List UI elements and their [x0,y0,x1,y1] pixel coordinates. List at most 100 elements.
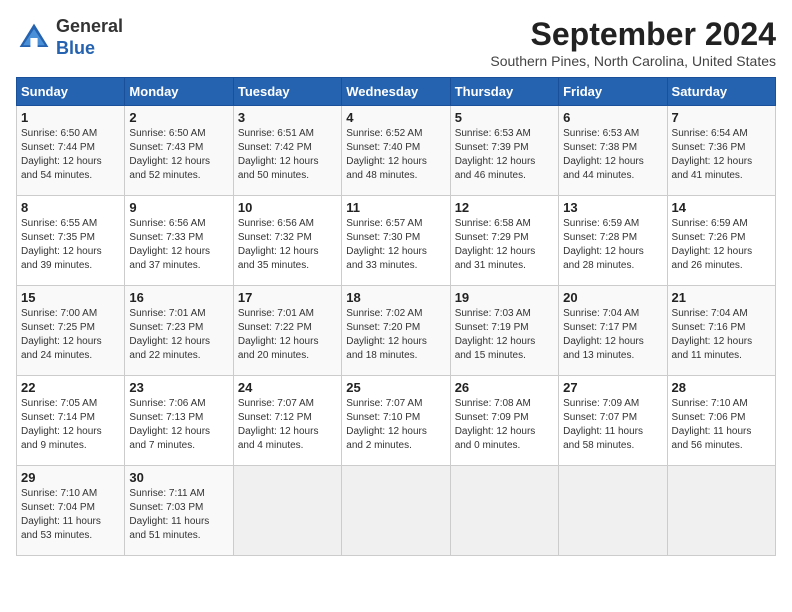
day-info: Sunrise: 6:55 AMSunset: 7:35 PMDaylight:… [21,217,120,273]
calendar-cell [450,466,558,556]
day-info: Sunrise: 7:00 AMSunset: 7:25 PMDaylight:… [21,307,120,363]
title-area: September 2024 Southern Pines, North Car… [490,16,776,69]
day-number: 8 [21,200,120,215]
weekday-header-monday: Monday [125,78,233,106]
calendar-cell: 14 Sunrise: 6:59 AMSunset: 7:26 PMDayligh… [667,196,775,286]
day-info: Sunrise: 6:56 AMSunset: 7:33 PMDaylight:… [129,217,228,273]
calendar-cell: 19 Sunrise: 7:03 AMSunset: 7:19 PMDayligh… [450,286,558,376]
day-number: 18 [346,290,445,305]
day-number: 25 [346,380,445,395]
calendar-cell: 21 Sunrise: 7:04 AMSunset: 7:16 PMDayligh… [667,286,775,376]
day-info: Sunrise: 6:51 AMSunset: 7:42 PMDaylight:… [238,127,337,183]
calendar-cell: 17 Sunrise: 7:01 AMSunset: 7:22 PMDayligh… [233,286,341,376]
day-info: Sunrise: 7:04 AMSunset: 7:16 PMDaylight:… [672,307,771,363]
day-info: Sunrise: 6:54 AMSunset: 7:36 PMDaylight:… [672,127,771,183]
logo: General Blue [16,16,123,59]
day-info: Sunrise: 6:58 AMSunset: 7:29 PMDaylight:… [455,217,554,273]
day-info: Sunrise: 7:11 AMSunset: 7:03 PMDaylight:… [129,487,228,543]
calendar-cell: 3 Sunrise: 6:51 AMSunset: 7:42 PMDaylight… [233,106,341,196]
day-number: 22 [21,380,120,395]
day-info: Sunrise: 7:06 AMSunset: 7:13 PMDaylight:… [129,397,228,453]
calendar-cell: 4Sunrise: 6:52 AMSunset: 7:40 PMDaylight… [342,106,450,196]
calendar-cell: 1 Sunrise: 6:50 AMSunset: 7:44 PMDaylight… [17,106,125,196]
weekday-header-thursday: Thursday [450,78,558,106]
day-number: 26 [455,380,554,395]
day-number: 9 [129,200,228,215]
logo-text: General Blue [56,16,123,59]
day-number: 5 [455,110,554,125]
day-info: Sunrise: 7:05 AMSunset: 7:14 PMDaylight:… [21,397,120,453]
header: General Blue September 2024 Southern Pin… [16,16,776,69]
calendar-cell [559,466,667,556]
day-number: 2 [129,110,228,125]
day-number: 28 [672,380,771,395]
day-number: 16 [129,290,228,305]
day-info: Sunrise: 6:59 AMSunset: 7:26 PMDaylight:… [672,217,771,273]
day-number: 17 [238,290,337,305]
day-number: 20 [563,290,662,305]
day-info: Sunrise: 7:07 AMSunset: 7:12 PMDaylight:… [238,397,337,453]
day-info: Sunrise: 6:56 AMSunset: 7:32 PMDaylight:… [238,217,337,273]
day-number: 11 [346,200,445,215]
day-info: Sunrise: 7:09 AMSunset: 7:07 PMDaylight:… [563,397,662,453]
weekday-header-friday: Friday [559,78,667,106]
day-info: Sunrise: 6:59 AMSunset: 7:28 PMDaylight:… [563,217,662,273]
calendar-cell: 16 Sunrise: 7:01 AMSunset: 7:23 PMDayligh… [125,286,233,376]
day-info: Sunrise: 7:07 AMSunset: 7:10 PMDaylight:… [346,397,445,453]
calendar-cell: 10 Sunrise: 6:56 AMSunset: 7:32 PMDayligh… [233,196,341,286]
calendar-cell: 26 Sunrise: 7:08 AMSunset: 7:09 PMDayligh… [450,376,558,466]
calendar-cell: 5Sunrise: 6:53 AMSunset: 7:39 PMDaylight… [450,106,558,196]
calendar-cell: 12 Sunrise: 6:58 AMSunset: 7:29 PMDayligh… [450,196,558,286]
day-number: 24 [238,380,337,395]
day-number: 3 [238,110,337,125]
weekday-header-tuesday: Tuesday [233,78,341,106]
day-info: Sunrise: 6:57 AMSunset: 7:30 PMDaylight:… [346,217,445,273]
day-info: Sunrise: 7:01 AMSunset: 7:23 PMDaylight:… [129,307,228,363]
location: Southern Pines, North Carolina, United S… [490,53,776,69]
day-number: 30 [129,470,228,485]
day-info: Sunrise: 7:02 AMSunset: 7:20 PMDaylight:… [346,307,445,363]
calendar-cell [342,466,450,556]
day-info: Sunrise: 7:08 AMSunset: 7:09 PMDaylight:… [455,397,554,453]
day-info: Sunrise: 7:03 AMSunset: 7:19 PMDaylight:… [455,307,554,363]
day-number: 19 [455,290,554,305]
calendar-cell: 27 Sunrise: 7:09 AMSunset: 7:07 PMDayligh… [559,376,667,466]
day-number: 10 [238,200,337,215]
calendar-cell: 30 Sunrise: 7:11 AMSunset: 7:03 PMDayligh… [125,466,233,556]
day-number: 6 [563,110,662,125]
day-number: 1 [21,110,120,125]
day-number: 27 [563,380,662,395]
weekday-header-sunday: Sunday [17,78,125,106]
calendar-cell: 9 Sunrise: 6:56 AMSunset: 7:33 PMDaylight… [125,196,233,286]
weekday-header-wednesday: Wednesday [342,78,450,106]
calendar-cell: 2 Sunrise: 6:50 AMSunset: 7:43 PMDaylight… [125,106,233,196]
day-number: 23 [129,380,228,395]
calendar: SundayMondayTuesdayWednesdayThursdayFrid… [16,77,776,556]
day-info: Sunrise: 6:50 AMSunset: 7:43 PMDaylight:… [129,127,228,183]
day-info: Sunrise: 7:04 AMSunset: 7:17 PMDaylight:… [563,307,662,363]
day-info: Sunrise: 6:53 AMSunset: 7:38 PMDaylight:… [563,127,662,183]
calendar-cell: 20 Sunrise: 7:04 AMSunset: 7:17 PMDayligh… [559,286,667,376]
calendar-cell: 23 Sunrise: 7:06 AMSunset: 7:13 PMDayligh… [125,376,233,466]
day-number: 12 [455,200,554,215]
day-number: 29 [21,470,120,485]
calendar-cell: 28 Sunrise: 7:10 AMSunset: 7:06 PMDayligh… [667,376,775,466]
day-info: Sunrise: 7:10 AMSunset: 7:04 PMDaylight:… [21,487,120,543]
day-info: Sunrise: 6:52 AMSunset: 7:40 PMDaylight:… [346,127,445,183]
calendar-cell: 24 Sunrise: 7:07 AMSunset: 7:12 PMDayligh… [233,376,341,466]
day-number: 13 [563,200,662,215]
day-number: 21 [672,290,771,305]
calendar-cell: 25 Sunrise: 7:07 AMSunset: 7:10 PMDayligh… [342,376,450,466]
calendar-cell: 15 Sunrise: 7:00 AMSunset: 7:25 PMDayligh… [17,286,125,376]
day-number: 7 [672,110,771,125]
calendar-cell: 6 Sunrise: 6:53 AMSunset: 7:38 PMDaylight… [559,106,667,196]
day-number: 15 [21,290,120,305]
calendar-cell: 29 Sunrise: 7:10 AMSunset: 7:04 PMDayligh… [17,466,125,556]
calendar-cell [233,466,341,556]
day-number: 14 [672,200,771,215]
day-info: Sunrise: 6:50 AMSunset: 7:44 PMDaylight:… [21,127,120,183]
day-info: Sunrise: 7:10 AMSunset: 7:06 PMDaylight:… [672,397,771,453]
calendar-cell: 22 Sunrise: 7:05 AMSunset: 7:14 PMDayligh… [17,376,125,466]
calendar-cell: 13 Sunrise: 6:59 AMSunset: 7:28 PMDayligh… [559,196,667,286]
day-info: Sunrise: 7:01 AMSunset: 7:22 PMDaylight:… [238,307,337,363]
